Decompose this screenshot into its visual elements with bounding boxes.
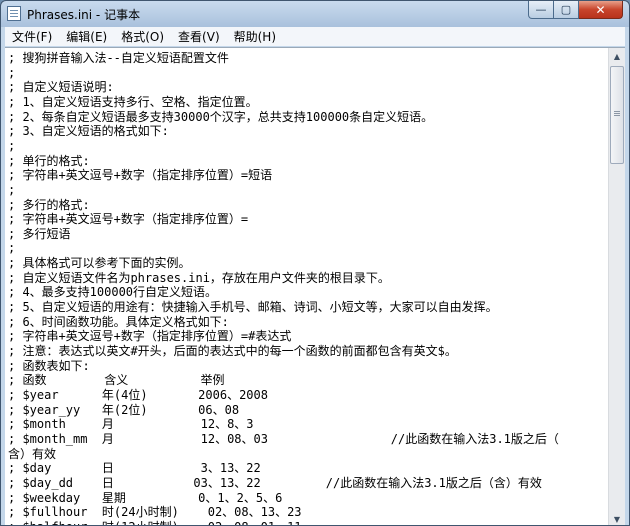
notepad-icon[interactable]	[7, 6, 21, 21]
text-line: ; 搜狗拼音输入法--自定义短语配置文件	[8, 51, 229, 65]
text-line: ; 字符串+英文逗号+数字（指定排序位置）=#表达式	[8, 329, 292, 344]
text-line: ; $day 日 3、13、22	[8, 461, 261, 476]
text-line: ; 6、时间函数功能。具体定义格式如下:	[8, 314, 229, 329]
menu-bar: 文件(F) 编辑(E) 格式(O) 查看(V) 帮助(H)	[5, 27, 625, 46]
text-line: ; 注意：表达式以英文#开头，后面的表达式中的每一个函数的前面都包含有英文$。	[8, 344, 457, 358]
menu-view[interactable]: 查看(V)	[171, 28, 227, 45]
text-line: ; $year 年(4位) 2006、2008	[8, 387, 268, 402]
text-line: ; 函数表如下:	[8, 358, 90, 373]
text-line: ; $year_yy 年(2位) 06、08	[8, 402, 240, 417]
scroll-up-icon[interactable]: ▲	[609, 48, 625, 65]
text-line: ; $month_mm 月 12、08、03 //此函数在输入法3.1版之后（	[8, 431, 559, 446]
text-line: ; $weekday 星期 0、1、2、5、6	[8, 490, 283, 505]
menu-edit[interactable]: 编辑(E)	[59, 28, 114, 45]
menu-file[interactable]: 文件(F)	[5, 28, 59, 45]
text-line: ; 3、自定义短语的格式如下:	[8, 124, 169, 139]
text-content[interactable]: ; 搜狗拼音输入法--自定义短语配置文件;; 自定义短语说明:; 1、自定义短语…	[5, 48, 608, 525]
text-line: ; $month 月 12、8、3	[8, 417, 254, 432]
text-line: ;	[8, 182, 16, 197]
text-line: ; 单行的格式:	[8, 153, 90, 168]
text-line: ; 2、每条自定义短语最多支持30000个汉字，总共支持100000条自定义短语…	[8, 109, 434, 124]
text-line: 含）有效	[8, 446, 57, 461]
text-line: ; 1、自定义短语支持多行、空格、指定位置。	[8, 94, 258, 109]
title-bar[interactable]: Phrases.ini - 记事本 — ▢ ✕	[1, 1, 629, 27]
text-line: ; $fullhour 时(24小时制) 02、08、13、23	[8, 505, 302, 520]
text-line: ; 多行短语	[8, 226, 71, 241]
maximize-button[interactable]: ▢	[554, 1, 579, 19]
text-line: ; 4、最多支持100000行自定义短语。	[8, 285, 218, 300]
text-line: ; 字符串+英文逗号+数字（指定排序位置）=短语	[8, 168, 273, 183]
text-line: ; $halfhour 时(12小时制) 02、08、01、11	[8, 520, 302, 525]
text-line: ; 函数 含义 举例	[8, 373, 225, 388]
close-button[interactable]: ✕	[579, 1, 623, 19]
window-title: Phrases.ini - 记事本	[27, 8, 141, 22]
text-line: ; 字符串+英文逗号+数字（指定排序位置）=	[8, 212, 249, 227]
scroll-thumb[interactable]	[610, 66, 624, 164]
menu-format[interactable]: 格式(O)	[114, 28, 171, 45]
text-line: ;	[8, 65, 16, 80]
editor-area[interactable]: ; 搜狗拼音输入法--自定义短语配置文件;; 自定义短语说明:; 1、自定义短语…	[5, 47, 625, 525]
vertical-scrollbar[interactable]: ▲ ▼	[608, 48, 625, 525]
text-line: ; 具体格式可以参考下面的实例。	[8, 256, 191, 271]
scroll-down-icon[interactable]: ▼	[609, 511, 625, 525]
text-line: ; 自定义短语文件名为phrases.ini，存放在用户文件夹的根目录下。	[8, 270, 390, 285]
menu-help[interactable]: 帮助(H)	[227, 28, 283, 45]
text-line: ; 自定义短语说明:	[8, 80, 114, 95]
text-line: ;	[8, 138, 16, 153]
text-line: ;	[8, 241, 16, 256]
text-line: ; 5、自定义短语的用途有：快捷输入手机号、邮箱、诗词、小短文等，大家可以自由发…	[8, 300, 498, 315]
minimize-button[interactable]: —	[528, 1, 554, 19]
text-line: ; 多行的格式:	[8, 197, 90, 212]
text-line: ; $day_dd 日 03、13、22 //此函数在输入法3.1版之后（含）有…	[8, 475, 542, 490]
notepad-window: Phrases.ini - 记事本 — ▢ ✕ 文件(F) 编辑(E) 格式(O…	[0, 0, 630, 526]
window-controls: — ▢ ✕	[528, 1, 623, 20]
